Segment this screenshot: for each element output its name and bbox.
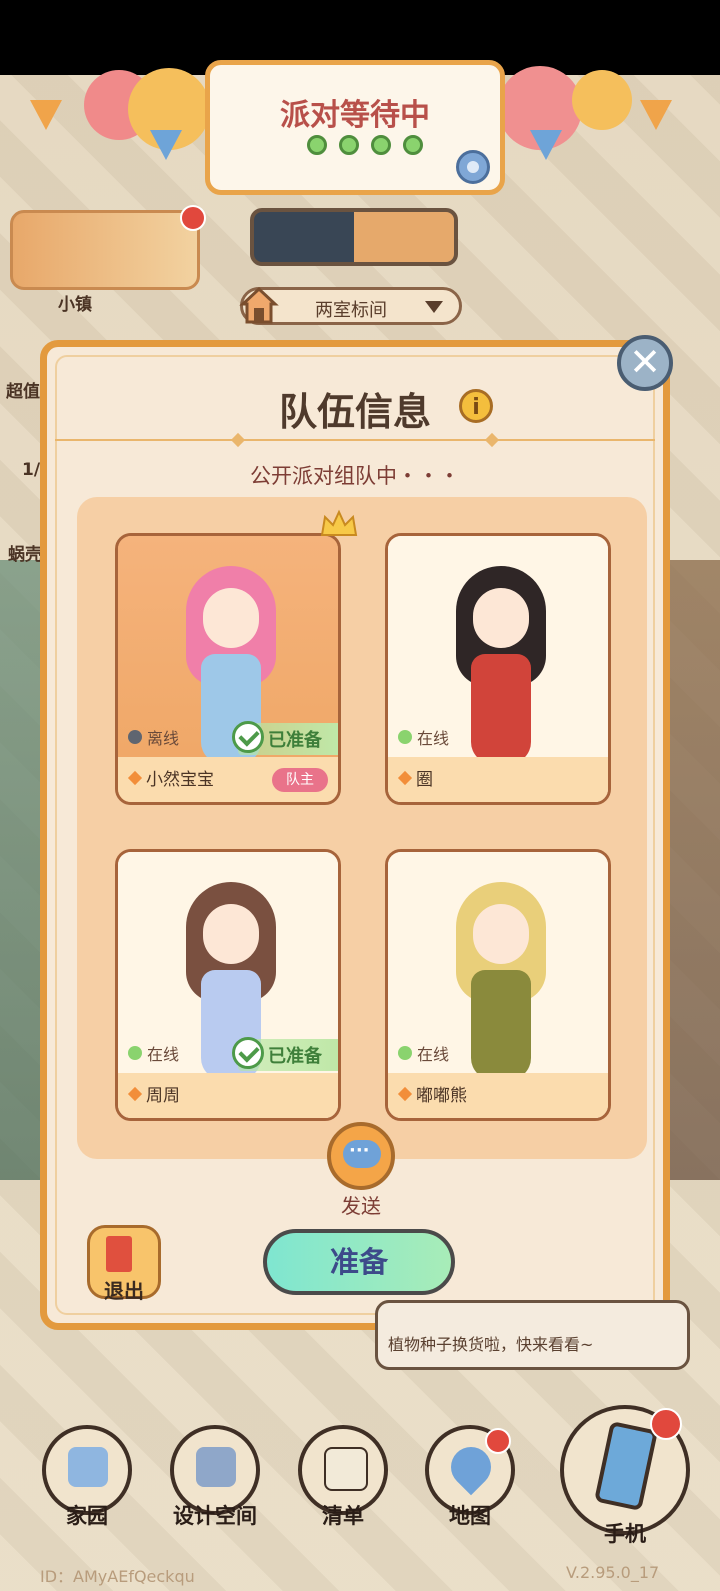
send-label: 发送 <box>341 1194 381 1218</box>
nav-phone-label[interactable]: 手机 <box>580 1518 670 1548</box>
offline-dot-icon <box>128 730 142 744</box>
character-face <box>473 904 529 964</box>
status-text: 离线 <box>147 729 180 748</box>
character-outfit <box>471 970 531 1080</box>
member-name: 小然宝宝 <box>127 765 214 790</box>
member-portrait <box>388 852 608 1080</box>
party-status-banner: 派对等待中 <box>205 60 505 195</box>
crown-icon <box>320 509 358 536</box>
speech-text: 植物种子换货啦，快来看看~ <box>388 1335 594 1354</box>
chevron-down-icon <box>425 301 443 313</box>
member-status: 离线 <box>128 725 179 749</box>
character-face <box>203 588 259 648</box>
online-dot-icon <box>398 730 412 744</box>
team-info-modal: 队伍信息 i 公开派对组队中・・・ 已准备 离线 小然宝宝 队主 在线 圈 已准… <box>40 340 670 1330</box>
status-text: 在线 <box>147 1045 180 1064</box>
waiting-dot <box>371 135 391 155</box>
side-item-label[interactable]: 蜗壳 <box>8 540 42 565</box>
speech-bubble: 植物种子换货啦，快来看看~ <box>375 1300 690 1370</box>
side-item-label[interactable]: 超值 <box>6 377 40 402</box>
member-portrait <box>388 536 608 764</box>
leader-badge: 队主 <box>272 768 328 792</box>
nav-design-label[interactable]: 设计空间 <box>160 1500 270 1530</box>
character-avatar <box>451 882 551 1082</box>
team-area: 已准备 离线 小然宝宝 队主 在线 圈 已准备 在线 周周 在线 嘟嘟熊 <box>77 497 647 1159</box>
ready-badge: 已准备 <box>232 721 338 755</box>
diamond-bullet-icon <box>397 770 413 785</box>
member-name-text: 嘟嘟熊 <box>416 1086 467 1106</box>
gear-icon[interactable] <box>456 150 490 184</box>
nav-map-label[interactable]: 地图 <box>425 1500 515 1530</box>
member-name: 圈 <box>397 765 433 790</box>
close-button[interactable]: ✕ <box>617 335 673 391</box>
info-icon[interactable]: i <box>459 389 493 423</box>
checklist-icon <box>324 1447 368 1491</box>
title-divider <box>55 439 655 441</box>
time-of-day-card[interactable] <box>250 208 458 266</box>
member-status: 在线 <box>398 1041 449 1065</box>
character-avatar <box>451 566 551 766</box>
waiting-dot <box>339 135 359 155</box>
online-dot-icon <box>128 1046 142 1060</box>
waiting-dot <box>403 135 423 155</box>
player-id: ID：AMyAEfQeckqu <box>40 1567 195 1586</box>
phone-icon <box>594 1420 658 1512</box>
banner-title: 派对等待中 <box>280 98 430 133</box>
member-name-text: 小然宝宝 <box>146 770 214 790</box>
modal-title: 队伍信息 <box>278 390 431 434</box>
side-item-label[interactable]: 1/ <box>22 460 40 480</box>
waiting-dots <box>307 135 423 155</box>
exit-label[interactable]: 退出 <box>87 1275 161 1304</box>
waiting-dot <box>307 135 327 155</box>
nav-list-label[interactable]: 清单 <box>298 1500 388 1530</box>
status-text: 在线 <box>417 1045 450 1064</box>
send-chat-button[interactable] <box>327 1122 395 1190</box>
character-face <box>473 588 529 648</box>
check-icon <box>232 721 264 753</box>
member-name: 嘟嘟熊 <box>397 1081 467 1106</box>
diamond-bullet-icon <box>127 770 143 785</box>
character-face <box>203 904 259 964</box>
online-dot-icon <box>398 1046 412 1060</box>
status-text: 在线 <box>417 729 450 748</box>
diamond-bullet-icon <box>127 1086 143 1101</box>
room-selector[interactable]: 两室标间 <box>239 286 462 325</box>
chat-bubble-icon <box>343 1140 381 1168</box>
bunting-flag <box>530 130 562 160</box>
exit-door-icon <box>106 1236 132 1272</box>
notification-dot <box>485 1428 511 1454</box>
member-status: 在线 <box>128 1041 179 1065</box>
nav-home-label[interactable]: 家园 <box>42 1500 132 1530</box>
side-item-label[interactable]: 小镇 <box>58 290 92 315</box>
diamond-bullet-icon <box>397 1086 413 1101</box>
member-card[interactable]: 已准备 在线 周周 <box>115 849 341 1121</box>
notification-dot <box>650 1408 682 1440</box>
member-status: 在线 <box>398 725 449 749</box>
member-name-text: 周周 <box>146 1086 180 1106</box>
ready-badge: 已准备 <box>232 1037 338 1071</box>
member-card[interactable]: 在线 嘟嘟熊 <box>385 849 611 1121</box>
ready-text: 已准备 <box>268 730 322 751</box>
bunting-flag <box>30 100 62 130</box>
side-event-card[interactable] <box>10 210 200 290</box>
notification-dot <box>180 205 206 231</box>
check-icon <box>232 1037 264 1069</box>
close-icon: ✕ <box>629 340 661 384</box>
app-version: V.2.95.0_17 <box>566 1563 660 1582</box>
modal-subtitle: 公开派对组队中・・・ <box>250 464 460 488</box>
member-name: 周周 <box>127 1081 180 1106</box>
bunting-flag <box>640 100 672 130</box>
character-outfit <box>471 654 531 764</box>
member-card[interactable]: 在线 圈 <box>385 533 611 805</box>
design-ruler-icon <box>196 1447 236 1487</box>
ready-text: 已准备 <box>268 1046 322 1067</box>
member-card[interactable]: 已准备 离线 小然宝宝 队主 <box>115 533 341 805</box>
balloon-decoration <box>572 70 632 130</box>
ready-button[interactable]: 准备 <box>263 1229 455 1295</box>
house-icon <box>68 1447 108 1487</box>
member-name-text: 圈 <box>416 770 433 790</box>
bunting-flag <box>150 130 182 160</box>
